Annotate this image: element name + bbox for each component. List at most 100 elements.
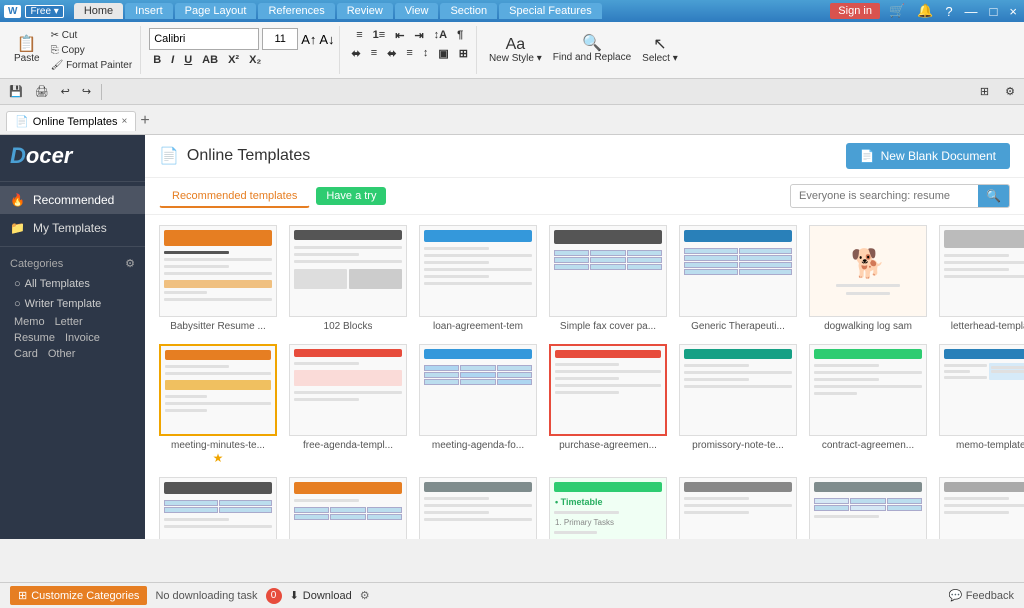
font-name-input[interactable] [149, 28, 259, 50]
print-toolbar-btn[interactable]: 🖨 [30, 83, 54, 100]
writer-template-item[interactable]: ○ Writer Template [0, 294, 145, 314]
template-card-r3-0[interactable]: template-1 [159, 477, 277, 539]
template-card-promissory[interactable]: promissory-note-te... [679, 344, 797, 465]
template-card-remittance[interactable]: REMITTANCE TEMPLATE [809, 477, 927, 539]
maximize-button[interactable]: □ [987, 4, 1001, 19]
list-bullet-btn[interactable]: ≡ [352, 28, 366, 43]
minimize-button[interactable]: — [962, 4, 981, 19]
template-card-purchase-agreement[interactable]: purchase-agreemen... [549, 344, 667, 465]
all-templates-item[interactable]: ○ All Templates [0, 274, 145, 294]
other-item[interactable]: Other [48, 348, 76, 360]
decrease-font-icon[interactable]: A↓ [319, 32, 334, 47]
template-card-memo14[interactable]: memo-template-14 [939, 344, 1024, 465]
new-tab-button[interactable]: + [136, 112, 153, 130]
sidebar-item-recommended[interactable]: 🔥 Recommended [0, 186, 145, 214]
align-center-btn[interactable]: ≡ [367, 46, 381, 61]
font-size-input[interactable] [262, 28, 298, 50]
list-number-btn[interactable]: 1≡ [369, 28, 390, 43]
template-card-meeting-minutes[interactable]: meeting-minutes-te... ★ [159, 344, 277, 465]
bell-icon[interactable]: 🔔 [914, 3, 936, 19]
align-left-btn[interactable]: ⬌ [348, 46, 365, 61]
new-blank-document-button[interactable]: 📄 New Blank Document [846, 143, 1010, 169]
template-card-dogwalking[interactable]: 🐕 dogwalking log sam [809, 225, 927, 332]
template-card-letterhead[interactable]: letterhead-template... [939, 225, 1024, 332]
template-card-meeting-agenda[interactable]: meeting-agenda-fo... [419, 344, 537, 465]
template-card-102blocks[interactable]: 102 Blocks [289, 225, 407, 332]
template-name-memo14: memo-template-14 [956, 440, 1024, 451]
tab-insert[interactable]: Insert [125, 3, 173, 19]
template-card-babysitter[interactable]: Babysitter Resume ... [159, 225, 277, 332]
redo-toolbar-btn[interactable]: ↪ [77, 83, 96, 100]
have-a-try-tab[interactable]: Have a try [316, 187, 386, 205]
settings-status-icon[interactable]: ⚙ [360, 589, 370, 602]
search-input[interactable] [791, 186, 978, 206]
memo-item[interactable]: Memo [14, 316, 45, 328]
close-button[interactable]: × [1006, 4, 1020, 19]
copy-button[interactable]: ⎘ Copy [47, 44, 137, 57]
format-painter-button[interactable]: 🖌 Format Painter [47, 59, 137, 72]
indent-increase-btn[interactable]: ⇥ [410, 28, 427, 43]
customize-categories-button[interactable]: ⊞ Customize Categories [10, 586, 147, 605]
border-btn[interactable]: ⊞ [455, 46, 472, 61]
italic-button[interactable]: I [167, 53, 178, 67]
bold-button[interactable]: B [149, 53, 165, 67]
underline-button[interactable]: U [180, 53, 196, 67]
template-card-purchase-order[interactable]: PURCHASE ORDER [289, 477, 407, 539]
feedback-button[interactable]: 💬 Feedback [949, 589, 1014, 602]
template-card-loan[interactable]: loan-agreement-tem [419, 225, 537, 332]
search-box: 🔍 [790, 184, 1010, 208]
line-spacing-btn[interactable]: ↕ [419, 46, 433, 61]
cut-button[interactable]: ✂ Cut [47, 29, 137, 42]
paste-button[interactable]: 📋 Paste [10, 35, 44, 66]
new-style-button[interactable]: Aa New Style ▾ [485, 35, 546, 66]
invoice-item[interactable]: Invoice [65, 332, 100, 344]
card-item[interactable]: Card [14, 348, 38, 360]
sort-btn[interactable]: ↕A [430, 28, 451, 43]
show-marks-btn[interactable]: ¶ [453, 28, 467, 43]
search-button[interactable]: 🔍 [978, 185, 1009, 207]
gear-icon[interactable]: ⚙ [125, 257, 135, 270]
save-toolbar-btn[interactable]: 💾 [4, 83, 28, 100]
resume-item[interactable]: Resume [14, 332, 55, 344]
tab-section[interactable]: Section [440, 3, 497, 19]
template-card-free-agenda[interactable]: free-agenda-templ... [289, 344, 407, 465]
superscript-button[interactable]: X² [224, 53, 243, 67]
undo-toolbar-btn[interactable]: ↩ [56, 83, 75, 100]
subscript-button[interactable]: X₂ [245, 53, 265, 67]
template-card-r3-6[interactable]: template-7 [939, 477, 1024, 539]
download-button[interactable]: ⬇ Download [290, 589, 352, 602]
template-card-contract[interactable]: contract-agreemen... [809, 344, 927, 465]
recommended-templates-tab[interactable]: Recommended templates [159, 185, 310, 208]
tab-view[interactable]: View [395, 3, 439, 19]
bullet-icon-2: ○ [14, 298, 21, 310]
tab-home[interactable]: Home [74, 3, 123, 19]
template-card-therapeutic[interactable]: Generic Therapeuti... [679, 225, 797, 332]
increase-font-icon[interactable]: A↑ [301, 32, 316, 47]
view-toggle-btn[interactable]: ⊞ [975, 83, 994, 100]
align-right-btn[interactable]: ⬌ [383, 46, 400, 61]
find-replace-button[interactable]: 🔍 Find and Replace [549, 34, 635, 66]
sign-in-button[interactable]: Sign in [830, 3, 880, 19]
tab-page-layout[interactable]: Page Layout [175, 3, 257, 19]
template-card-timetable[interactable]: • Timetable 1. Primary Tasks 2. Secondar… [549, 477, 667, 539]
template-card-fax[interactable]: Simple fax cover pa... [549, 225, 667, 332]
settings-toolbar-btn[interactable]: ⚙ [1000, 83, 1020, 100]
template-card-business[interactable]: Business Template [419, 477, 537, 539]
indent-decrease-btn[interactable]: ⇤ [391, 28, 408, 43]
tab-special-features[interactable]: Special Features [499, 3, 602, 19]
tab-references[interactable]: References [258, 3, 334, 19]
online-templates-tab[interactable]: 📄 Online Templates × [6, 111, 136, 131]
sidebar-item-my-templates[interactable]: 📁 My Templates [0, 214, 145, 242]
align-justify-btn[interactable]: ≡ [402, 46, 416, 61]
strikethrough-button[interactable]: AB [198, 53, 222, 67]
help-icon[interactable]: ? [942, 4, 955, 19]
paste-icon: 📋 [17, 37, 37, 53]
free-badge[interactable]: Free ▾ [25, 5, 63, 18]
template-card-r3-4[interactable]: template-5 [679, 477, 797, 539]
letter-item[interactable]: Letter [55, 316, 83, 328]
doc-tab-close-btn[interactable]: × [122, 116, 128, 127]
shading-btn[interactable]: ▣ [434, 46, 452, 61]
select-button[interactable]: ↖ Select ▾ [638, 35, 682, 66]
tab-review[interactable]: Review [337, 3, 393, 19]
cart-icon[interactable]: 🛒 [886, 3, 908, 19]
